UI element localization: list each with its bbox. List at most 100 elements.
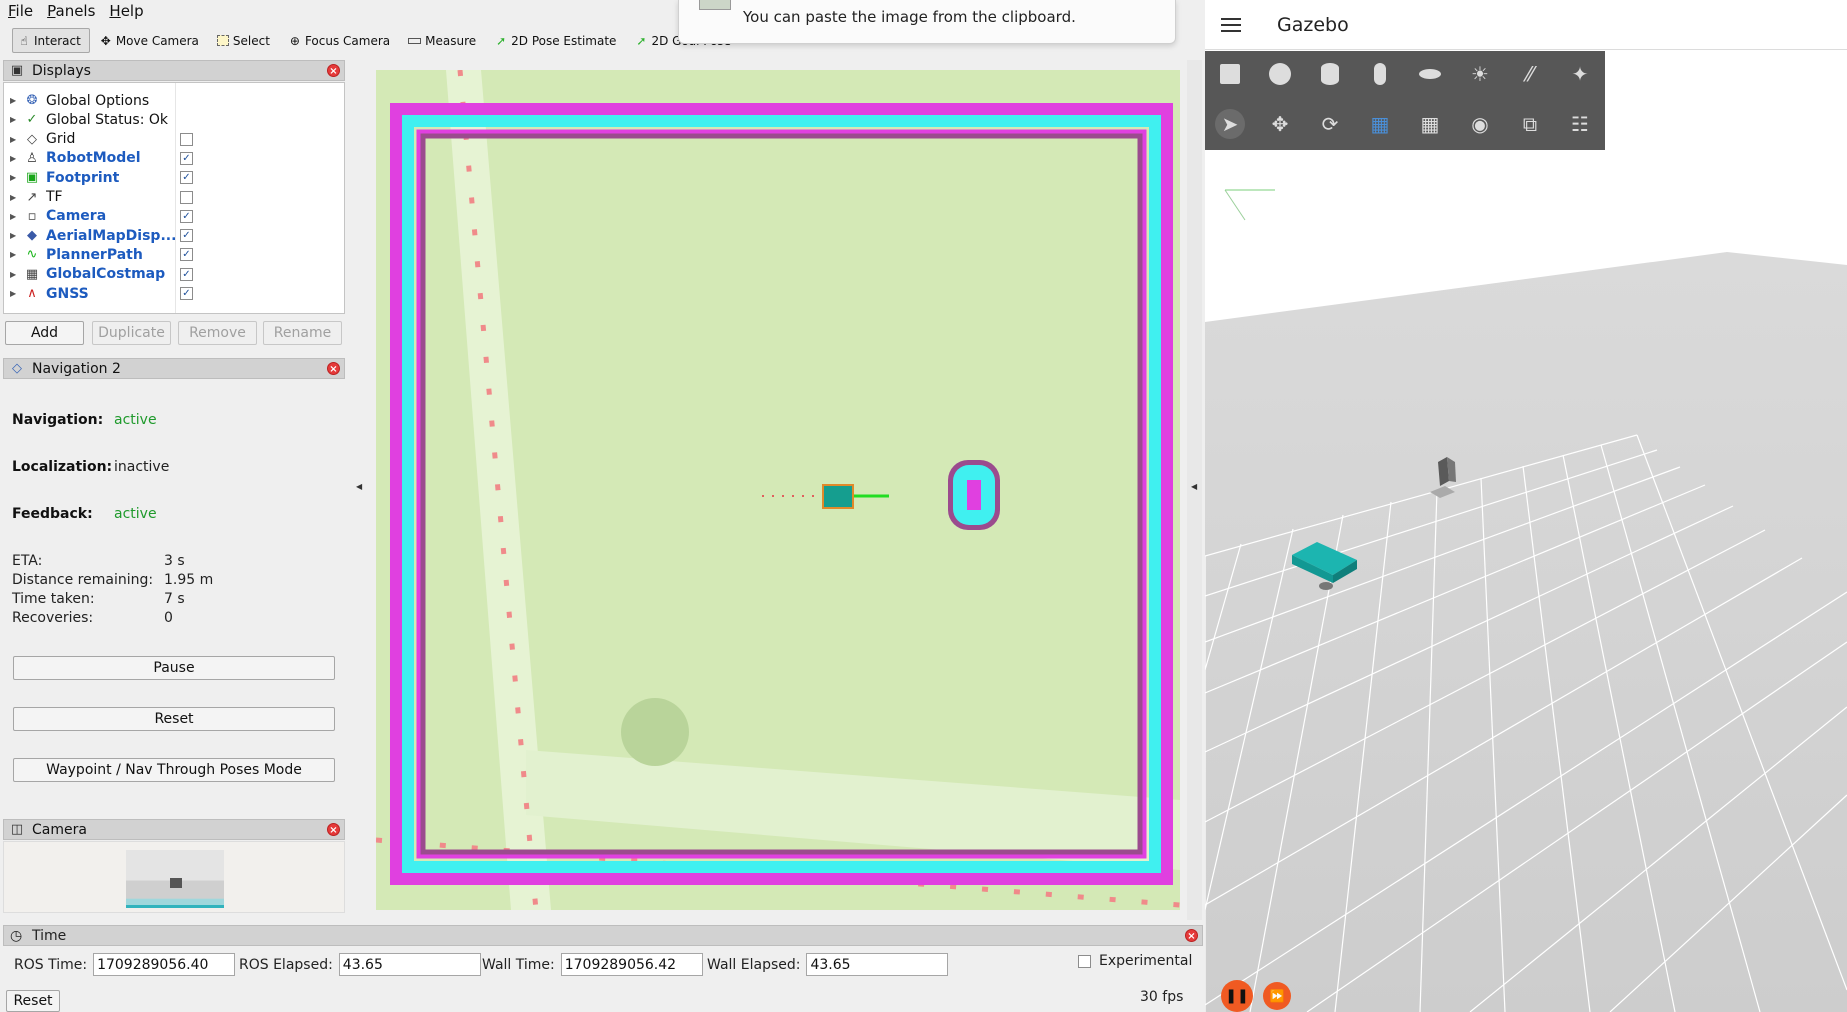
right-splitter[interactable]: ◀ (1187, 60, 1202, 920)
display-visibility-checkbox[interactable] (180, 132, 193, 146)
tool-focus-camera[interactable]: ⊕ Focus Camera (283, 28, 399, 53)
transform-icon[interactable]: ▦ (1365, 109, 1395, 139)
tool-select[interactable]: Select (212, 28, 279, 53)
tool-2d-pose-estimate[interactable]: ➚ 2D Pose Estimate (489, 28, 625, 53)
camera-panel-header[interactable]: ◫ Camera × (3, 819, 345, 840)
ros-time-field: ROS Time: (14, 953, 236, 976)
sphere-icon[interactable] (1265, 59, 1295, 89)
expand-arrow-icon[interactable]: ▶ (10, 115, 20, 124)
monitor-icon: ▣ (10, 62, 24, 78)
gazebo-3d-scene[interactable] (1205, 50, 1847, 1012)
display-item[interactable]: ▶ ∧ GNSS ✓ (4, 284, 344, 303)
display-visibility-checkbox[interactable]: ✓ (180, 151, 193, 165)
collapse-left-icon[interactable]: ◀ (356, 482, 362, 491)
directional-light-icon[interactable]: ⁄⁄ (1515, 59, 1545, 89)
paste-icon[interactable]: ☷ (1565, 109, 1595, 139)
time-reset-button[interactable]: Reset (6, 990, 60, 1012)
recoveries-label: Recoveries: (12, 610, 94, 626)
rotate-icon[interactable]: ⟳ (1315, 109, 1345, 139)
ros-elapsed-input[interactable] (338, 953, 481, 976)
display-item-label: GlobalCostmap (46, 266, 166, 283)
tool-move-camera[interactable]: ✥ Move Camera (94, 28, 208, 53)
select-arrow-icon[interactable]: ➤ (1215, 109, 1245, 139)
pause-icon[interactable]: ❚❚ (1221, 980, 1253, 1012)
wall-time-field: Wall Time: (482, 953, 703, 976)
waypoint-mode-button[interactable]: Waypoint / Nav Through Poses Mode (13, 758, 335, 782)
tool-interact[interactable]: ☝ Interact (12, 28, 90, 53)
wall-elapsed-input[interactable] (806, 953, 949, 976)
translate-icon[interactable]: ✥ (1265, 109, 1295, 139)
rename-display-button[interactable]: Rename (263, 321, 342, 345)
step-forward-icon[interactable]: ⏩ (1263, 982, 1291, 1010)
display-item[interactable]: ▶ ▦ GlobalCostmap ✓ (4, 265, 344, 284)
pause-button[interactable]: Pause (13, 656, 335, 680)
hamburger-menu-icon[interactable] (1221, 14, 1241, 36)
ros-time-input[interactable] (93, 953, 236, 976)
menu-file[interactable]: File (8, 2, 33, 20)
wall-elapsed-label: Wall Elapsed: (707, 956, 801, 973)
map-3d-view[interactable] (376, 70, 1180, 910)
box-icon[interactable] (1215, 59, 1245, 89)
navigation-panel-header[interactable]: ◇ Navigation 2 × (3, 358, 345, 379)
display-item[interactable]: ▶ ❂ Global Options (4, 91, 344, 110)
display-item[interactable]: ▶ ▣ Footprint ✓ (4, 168, 344, 187)
display-visibility-checkbox[interactable]: ✓ (180, 248, 193, 262)
time-taken-value: 7 s (164, 591, 185, 607)
expand-arrow-icon[interactable]: ▶ (10, 135, 20, 144)
expand-arrow-icon[interactable]: ▶ (10, 193, 20, 202)
close-icon[interactable]: × (327, 362, 340, 375)
display-item[interactable]: ▶ ◇ Grid (4, 130, 344, 149)
display-visibility-checkbox[interactable] (180, 190, 193, 204)
menu-help[interactable]: Help (109, 2, 143, 20)
time-taken-row: Time taken: 7 s (12, 591, 332, 607)
grid-snap-icon[interactable]: ▦ (1415, 109, 1445, 139)
display-item[interactable]: ▶ ◆ AerialMapDisp... ✓ (4, 226, 344, 245)
expand-arrow-icon[interactable]: ▶ (10, 173, 20, 182)
display-visibility-checkbox[interactable]: ✓ (180, 171, 193, 185)
gazebo-toolbar: ☀ ⁄⁄ ✦ ➤ ✥ ⟳ ▦ ▦ ◉ ⧉ ☷ (1205, 51, 1605, 150)
displays-panel-header[interactable]: ▣ Displays × (3, 60, 345, 81)
close-icon[interactable]: × (1185, 929, 1198, 942)
copy-icon[interactable]: ⧉ (1515, 109, 1545, 139)
expand-arrow-icon[interactable]: ▶ (10, 289, 20, 298)
wall-time-input[interactable] (560, 953, 703, 976)
expand-arrow-icon[interactable]: ▶ (10, 270, 20, 279)
recoveries-row: Recoveries: 0 (12, 610, 332, 626)
expand-arrow-icon[interactable]: ▶ (10, 212, 20, 221)
sun-icon[interactable]: ☀ (1465, 59, 1495, 89)
ellipsoid-icon[interactable] (1415, 59, 1445, 89)
close-icon[interactable]: × (327, 64, 340, 77)
navigation-title: Navigation 2 (32, 360, 121, 377)
screenshot-icon[interactable]: ◉ (1465, 109, 1495, 139)
add-display-button[interactable]: Add (5, 321, 84, 345)
focus-target-icon: ⊕ (289, 33, 300, 48)
close-icon[interactable]: × (327, 823, 340, 836)
experimental-checkbox[interactable] (1078, 954, 1091, 968)
expand-arrow-icon[interactable]: ▶ (10, 231, 20, 240)
display-item[interactable]: ▶ ↗ TF (4, 188, 344, 207)
display-item[interactable]: ▶ ∿ PlannerPath ✓ (4, 245, 344, 264)
localization-label: Localization: (12, 459, 113, 475)
display-visibility-checkbox[interactable]: ✓ (180, 209, 193, 223)
display-item[interactable]: ▶ ✓ Global Status: Ok (4, 110, 344, 129)
capsule-icon[interactable] (1365, 59, 1395, 89)
remove-display-button[interactable]: Remove (178, 321, 257, 345)
distance-value: 1.95 m (164, 572, 214, 588)
expand-arrow-icon[interactable]: ▶ (10, 250, 20, 259)
cylinder-icon[interactable] (1315, 59, 1345, 89)
left-splitter[interactable]: ◀ (348, 60, 372, 920)
collapse-right-icon[interactable]: ◀ (1191, 482, 1197, 491)
duplicate-display-button[interactable]: Duplicate (92, 321, 171, 345)
display-visibility-checkbox[interactable]: ✓ (180, 287, 193, 300)
display-item[interactable]: ▶ ▫ Camera ✓ (4, 207, 344, 226)
display-visibility-checkbox[interactable]: ✓ (180, 229, 193, 243)
time-panel-header[interactable]: ◷ Time × (3, 925, 1203, 946)
display-visibility-checkbox[interactable]: ✓ (180, 267, 193, 281)
display-item[interactable]: ▶ ♙ RobotModel ✓ (4, 149, 344, 168)
spot-light-icon[interactable]: ✦ (1565, 59, 1595, 89)
nav-reset-button[interactable]: Reset (13, 707, 335, 731)
expand-arrow-icon[interactable]: ▶ (10, 154, 20, 163)
expand-arrow-icon[interactable]: ▶ (10, 96, 20, 105)
tool-measure[interactable]: Measure (403, 28, 485, 53)
menu-panels[interactable]: Panels (47, 2, 95, 20)
